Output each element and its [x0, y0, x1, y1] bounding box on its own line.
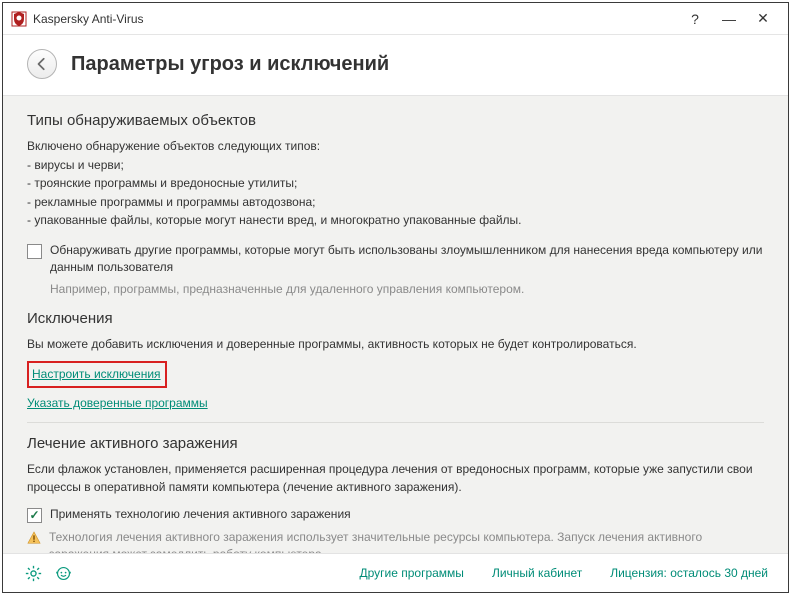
trusted-programs-link[interactable]: Указать доверенные программы [27, 396, 208, 410]
account-link[interactable]: Личный кабинет [492, 566, 582, 580]
threat-item: - троянские программы и вредоносные утил… [27, 174, 764, 193]
app-window: Kaspersky Anti-Virus ? — ✕ Параметры угр… [2, 2, 789, 593]
detect-other-checkbox[interactable] [27, 244, 42, 259]
detect-other-row: Обнаруживать другие программы, которые м… [27, 242, 764, 277]
detect-other-hint: Например, программы, предназначенные для… [50, 281, 764, 298]
page-title: Параметры угроз и исключений [71, 53, 389, 76]
footer: Другие программы Личный кабинет Лицензия… [3, 554, 788, 592]
threats-list: Включено обнаружение объектов следующих … [27, 137, 764, 230]
back-button[interactable] [27, 49, 57, 79]
threat-item: - рекламные программы и программы автодо… [27, 193, 764, 212]
app-title: Kaspersky Anti-Virus [33, 12, 144, 26]
app-icon [11, 11, 27, 27]
content-area: Типы обнаруживаемых объектов Включено об… [3, 95, 788, 554]
detect-other-label: Обнаруживать другие программы, которые м… [50, 242, 764, 277]
cure-checkbox[interactable] [27, 508, 42, 523]
page-header: Параметры угроз и исключений [3, 35, 788, 95]
cure-warning-text: Технология лечения активного заражения и… [49, 529, 764, 554]
cure-checkbox-row: Применять технологию лечения активного з… [27, 506, 764, 523]
cure-section-title: Лечение активного заражения [27, 435, 764, 452]
titlebar: Kaspersky Anti-Virus ? — ✕ [3, 3, 788, 35]
exclusions-desc: Вы можете добавить исключения и доверенн… [27, 335, 764, 353]
threats-section-title: Типы обнаруживаемых объектов [27, 112, 764, 129]
minimize-button[interactable]: — [712, 3, 746, 35]
cure-warning-row: Технология лечения активного заражения и… [27, 529, 764, 554]
exclusions-section-title: Исключения [27, 310, 764, 327]
cure-desc: Если флажок установлен, применяется расш… [27, 460, 764, 496]
separator [27, 422, 764, 423]
close-button[interactable]: ✕ [746, 3, 780, 35]
threat-item: - вирусы и черви; [27, 156, 764, 175]
configure-exclusions-highlight: Настроить исключения [27, 361, 167, 388]
warning-icon [27, 531, 43, 545]
support-icon[interactable] [53, 563, 73, 583]
cure-checkbox-label: Применять технологию лечения активного з… [50, 506, 764, 523]
configure-exclusions-link[interactable]: Настроить исключения [32, 367, 161, 381]
license-link[interactable]: Лицензия: осталось 30 дней [610, 566, 768, 580]
other-programs-link[interactable]: Другие программы [359, 566, 463, 580]
settings-icon[interactable] [23, 563, 43, 583]
threats-intro: Включено обнаружение объектов следующих … [27, 137, 764, 156]
threat-item: - упакованные файлы, которые могут нанес… [27, 211, 764, 230]
help-button[interactable]: ? [678, 3, 712, 35]
